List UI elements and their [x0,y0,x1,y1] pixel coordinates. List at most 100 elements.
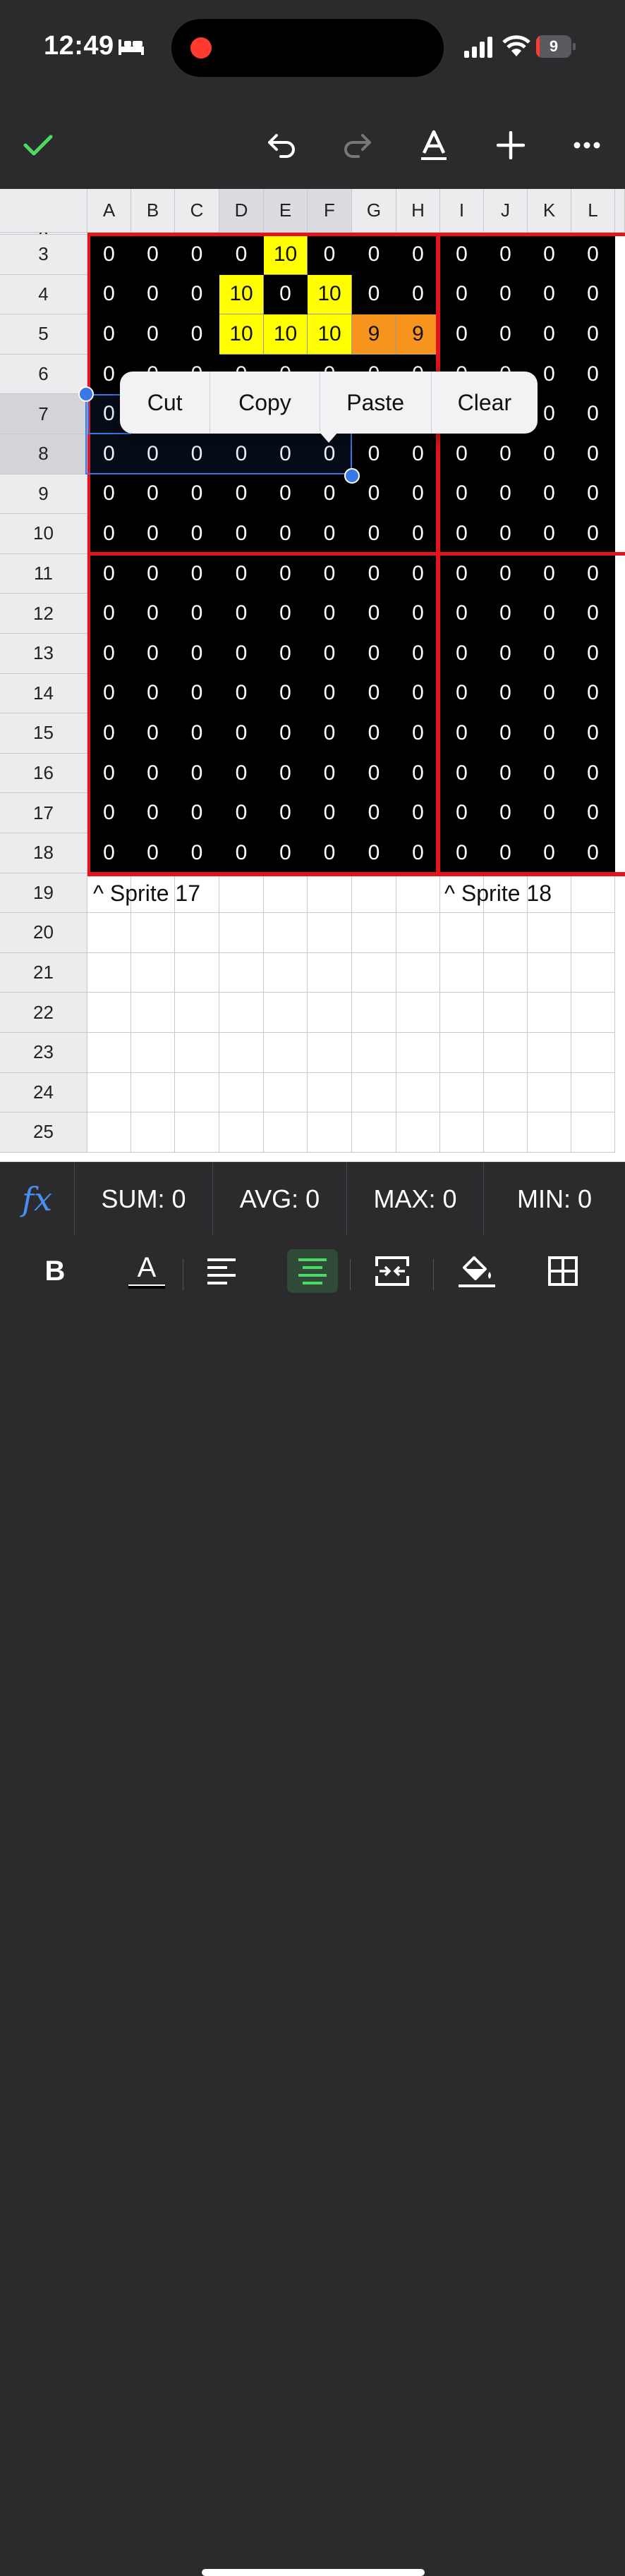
grid-cell[interactable]: 0 [440,673,484,714]
grid-cell[interactable]: 0 [264,274,308,315]
grid-cell[interactable]: 0 [571,314,615,355]
grid-cell[interactable] [571,1072,615,1113]
grid-cell[interactable] [352,873,396,914]
grid-cell[interactable]: 0 [264,634,308,674]
grid-cell[interactable]: 0 [308,553,352,594]
grid-cell[interactable]: 0 [571,553,615,594]
grid-cell[interactable] [308,913,352,953]
grid-cell[interactable]: 0 [175,553,219,594]
grid-cell[interactable]: 0 [440,553,484,594]
grid-cell[interactable]: 0 [175,833,219,873]
column-header[interactable]: L [571,189,615,233]
grid-cell[interactable]: 0 [131,833,175,873]
grid-cell[interactable] [131,1033,175,1073]
grid-cell[interactable] [352,1033,396,1073]
grid-cell[interactable]: 0 [528,235,571,275]
grid-cell[interactable]: 0 [264,833,308,873]
grid-cell[interactable] [264,913,308,953]
fx-icon[interactable]: fx [0,1163,75,1236]
grid-cell[interactable]: 0 [440,713,484,754]
row-header[interactable]: 8 [0,434,87,474]
grid-cell[interactable] [440,993,484,1033]
row-header[interactable]: 10 [0,514,87,554]
grid-cell[interactable]: 0 [308,514,352,554]
grid-cell[interactable]: 0 [219,514,264,554]
grid-cell[interactable]: 0 [440,274,484,315]
grid-cell[interactable]: 0 [571,434,615,474]
grid-cell[interactable] [484,1112,528,1153]
borders-button[interactable] [538,1249,588,1293]
grid-cell[interactable]: 10 [308,314,352,355]
grid-cell[interactable]: 0 [571,713,615,754]
grid-cell[interactable]: 0 [131,553,175,594]
sum-stat[interactable]: SUM: 0 [75,1163,213,1236]
grid-cell[interactable]: 0 [396,634,440,674]
text-color-button[interactable]: A [121,1249,172,1293]
grid-cell[interactable]: 0 [484,235,528,275]
grid-cell[interactable] [352,993,396,1033]
grid-cell[interactable]: 0 [219,594,264,634]
grid-cell[interactable]: 9 [396,314,440,355]
grid-cell[interactable]: 0 [484,634,528,674]
grid-cell[interactable]: 0 [87,833,131,873]
grid-cell[interactable]: 0 [87,594,131,634]
grid-cell[interactable] [219,1112,264,1153]
grid-cell[interactable] [219,1072,264,1113]
grid-cell[interactable]: 0 [308,793,352,833]
redo-button[interactable] [336,124,378,166]
grid-cell[interactable] [308,873,352,914]
grid-cell[interactable] [484,1072,528,1113]
grid-cell[interactable]: 10 [264,235,308,275]
clear-menu-item[interactable]: Clear [432,372,538,434]
grid-cell[interactable] [571,952,615,993]
grid-cell[interactable]: 0 [528,594,571,634]
align-left-button[interactable] [196,1249,247,1293]
grid-cell[interactable]: 10 [308,274,352,315]
grid-cell[interactable]: 0 [175,594,219,634]
grid-cell[interactable]: 0 [308,753,352,794]
grid-cell[interactable]: 0 [440,833,484,873]
grid-cell[interactable]: 0 [175,753,219,794]
grid-cell[interactable]: 0 [571,235,615,275]
row-header[interactable]: 17 [0,793,87,833]
grid-cell[interactable]: 0 [484,713,528,754]
grid-cell[interactable] [131,1112,175,1153]
row-header[interactable]: 23 [0,1033,87,1073]
grid-cell[interactable]: 0 [528,514,571,554]
row-header[interactable]: 21 [0,952,87,993]
grid-cell[interactable]: 0 [396,793,440,833]
grid-cell[interactable] [528,993,571,1033]
grid-cell[interactable]: 0 [87,514,131,554]
grid-cell[interactable] [264,1072,308,1113]
grid-cell[interactable] [308,1072,352,1113]
grid-cell[interactable] [396,913,440,953]
grid-cell[interactable]: 0 [528,753,571,794]
grid-cell[interactable]: 0 [440,514,484,554]
grid-cell[interactable]: 0 [352,514,396,554]
row-header[interactable]: 16 [0,753,87,794]
grid-cell[interactable] [396,993,440,1033]
row-header[interactable]: 7 [0,394,87,434]
grid-cell[interactable] [175,1112,219,1153]
column-header[interactable]: G [352,189,396,233]
grid-cell[interactable] [87,1072,131,1113]
grid-cell[interactable]: 0 [571,394,615,434]
grid-cell[interactable]: 0 [571,833,615,873]
grid-cell[interactable] [571,1112,615,1153]
grid-cell[interactable]: 0 [219,793,264,833]
grid-cell[interactable]: 0 [264,793,308,833]
min-stat[interactable]: MIN: 0 [484,1163,625,1236]
grid-cell[interactable]: 0 [352,594,396,634]
column-header[interactable]: D [219,189,264,233]
grid-cell[interactable]: 0 [308,713,352,754]
row-header[interactable]: 24 [0,1072,87,1113]
grid-cell[interactable] [528,913,571,953]
grid-cell[interactable]: 0 [484,434,528,474]
grid-cell[interactable] [131,993,175,1033]
grid-cell[interactable]: 0 [131,235,175,275]
grid-cell[interactable]: 0 [264,514,308,554]
grid-cell[interactable]: 0 [87,553,131,594]
more-button[interactable] [566,124,608,166]
cut-menu-item[interactable]: Cut [120,372,211,434]
paste-menu-item[interactable]: Paste [320,372,432,434]
